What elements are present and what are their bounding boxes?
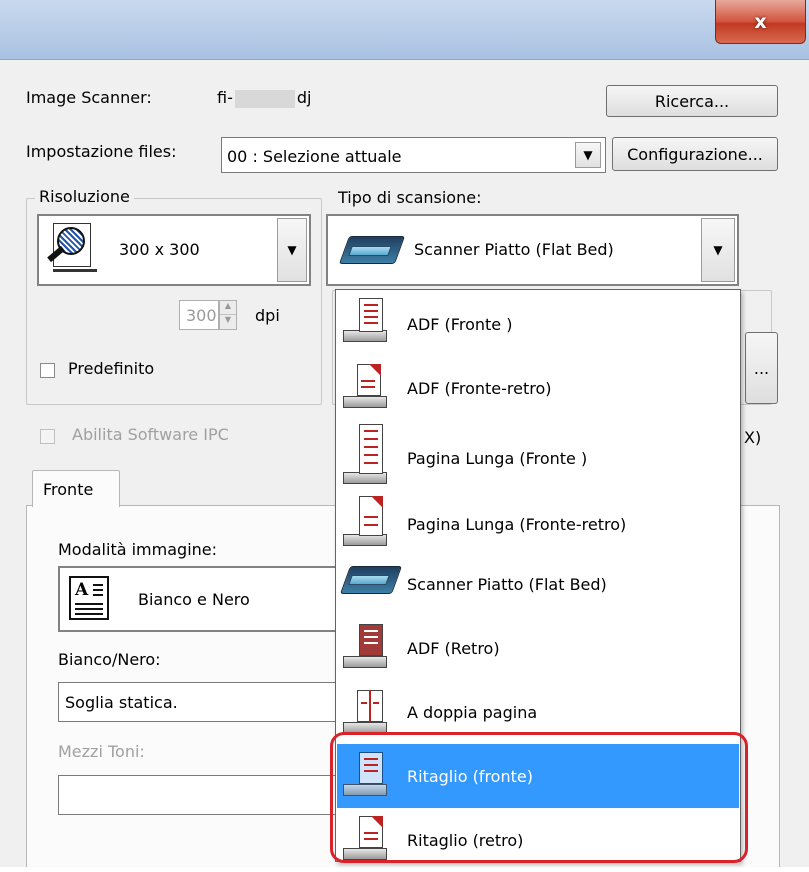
bw-label: Bianco/Nero: <box>58 650 161 669</box>
bw-select[interactable]: Soglia statica. <box>58 682 368 722</box>
files-select[interactable]: 00 : Selezione attuale ▼ <box>221 137 606 173</box>
halftone-label: Mezzi Toni: <box>58 742 145 761</box>
scanner-model-suffix: dj <box>296 88 312 107</box>
option-long-page-duplex[interactable]: Pagina Lunga (Fronte-retro) <box>337 496 739 552</box>
search-button[interactable]: Ricerca... <box>606 85 778 117</box>
image-mode-select[interactable]: A Bianco e Nero <box>58 566 378 632</box>
option-adf-front[interactable]: ADF (Fronte ) <box>337 292 739 356</box>
scanner-label: Image Scanner: <box>26 88 152 107</box>
resolution-group-label: Risoluzione <box>35 187 134 206</box>
resolution-value: 300 x 300 <box>119 240 200 259</box>
flatbed-scanner-icon <box>338 230 406 274</box>
redacted-block <box>234 89 295 108</box>
highlight-annotation <box>330 732 748 863</box>
default-checkbox[interactable] <box>40 363 55 378</box>
files-select-value: 00 : Selezione attuale <box>227 147 402 166</box>
config-button[interactable]: Configurazione... <box>612 137 778 171</box>
ipc-checkbox[interactable] <box>40 429 55 444</box>
scanner-model-prefix: fi- <box>217 88 233 107</box>
ipc-checkbox-label: Abilita Software IPC <box>72 425 229 444</box>
close-icon: x <box>754 10 767 33</box>
tab-front-label: Fronte <box>43 480 94 499</box>
resolution-select[interactable]: 300 x 300 ▼ <box>37 214 311 286</box>
option-adf-back[interactable]: ADF (Retro) <box>337 616 739 680</box>
flatbed-scanner-icon <box>337 552 403 616</box>
resolution-spin-input[interactable]: 300 <box>179 300 219 330</box>
image-mode-label: Modalità immagine: <box>58 540 218 559</box>
ipc-right-text: X) <box>744 428 762 447</box>
scanner-model: fi-dj <box>217 88 311 108</box>
option-long-page-front[interactable]: Pagina Lunga (Fronte ) <box>337 420 739 496</box>
dpi-label: dpi <box>255 306 280 325</box>
option-adf-duplex[interactable]: ADF (Fronte-retro) <box>337 356 739 420</box>
option-flatbed[interactable]: Scanner Piatto (Flat Bed) <box>337 552 739 616</box>
chevron-down-icon[interactable]: ▼ <box>575 142 601 168</box>
chevron-down-icon[interactable]: ▼ <box>277 218 307 282</box>
more-button[interactable]: ... <box>745 332 778 404</box>
long-page-front-icon <box>337 420 401 496</box>
option-label: Pagina Lunga (Fronte ) <box>407 448 588 468</box>
scan-type-label: Tipo di scansione: <box>338 188 482 207</box>
spin-up-icon[interactable]: ▲ <box>220 301 236 315</box>
long-page-duplex-icon <box>337 496 401 552</box>
text-document-icon: A <box>69 576 109 620</box>
resolution-icon <box>47 223 99 277</box>
scan-type-select[interactable]: Scanner Piatto (Flat Bed) ▼ <box>326 214 739 286</box>
default-checkbox-label: Predefinito <box>68 359 155 378</box>
resolution-spin-value: 300 <box>186 306 217 325</box>
chevron-down-icon[interactable]: ▼ <box>701 218 735 282</box>
option-label: A doppia pagina <box>407 702 538 722</box>
image-mode-value: Bianco e Nero <box>138 590 250 609</box>
scan-type-value: Scanner Piatto (Flat Bed) <box>414 240 614 259</box>
adf-front-icon <box>337 292 401 356</box>
option-label: ADF (Retro) <box>407 638 500 658</box>
option-label: Scanner Piatto (Flat Bed) <box>407 574 607 594</box>
title-bar: x <box>0 0 809 60</box>
spin-buttons[interactable]: ▲ ▼ <box>219 300 237 330</box>
option-label: ADF (Fronte ) <box>407 314 513 334</box>
tab-front[interactable]: Fronte <box>32 470 120 507</box>
option-label: ADF (Fronte-retro) <box>407 378 552 398</box>
spin-down-icon[interactable]: ▼ <box>220 315 236 329</box>
adf-duplex-icon <box>337 356 401 420</box>
close-button[interactable]: x <box>715 0 806 44</box>
bw-value: Soglia statica. <box>65 693 178 712</box>
files-label: Impostazione files: <box>26 142 177 161</box>
halftone-select[interactable] <box>58 775 368 815</box>
adf-back-icon <box>337 616 401 680</box>
option-label: Pagina Lunga (Fronte-retro) <box>407 514 627 534</box>
